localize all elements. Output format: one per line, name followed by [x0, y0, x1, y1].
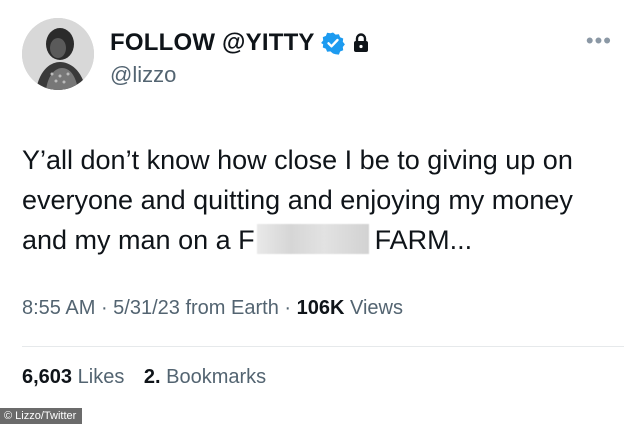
meta-separator: ·	[100, 297, 114, 319]
divider	[22, 346, 624, 347]
views-label: Views	[349, 297, 403, 319]
tweet-time[interactable]: 8:55 AM	[22, 297, 95, 319]
bottom-fade	[0, 384, 634, 424]
tweet-meta: 8:55 AM · 5/31/23 from Earth · 106K View…	[22, 297, 403, 320]
meta-separator: ·	[284, 297, 297, 319]
tweet-source: from Earth	[185, 297, 279, 319]
verified-badge-icon	[320, 31, 345, 55]
tweet-line-2: everyone and quitting and enjoying my mo…	[22, 185, 573, 215]
tweet-line-3-start: and my man on a F	[22, 225, 255, 255]
tweet-date[interactable]: 5/31/23	[113, 297, 180, 319]
tweet-line-3-end: FARM...	[374, 225, 473, 255]
tweet-line-3: and my man on a F FARM...	[22, 220, 622, 260]
lock-icon	[351, 32, 371, 54]
tweet-line-1: Y’all don’t know how close I be to givin…	[22, 145, 573, 175]
author-display-name[interactable]: FOLLOW @YITTY	[110, 29, 315, 57]
censor-blur	[256, 224, 369, 254]
author-handle[interactable]: @lizzo	[110, 62, 176, 88]
photo-credit: © Lizzo/Twitter	[0, 408, 83, 424]
avatar-image	[22, 18, 94, 90]
tweet-text: Y’all don’t know how close I be to givin…	[22, 140, 622, 260]
avatar[interactable]	[22, 18, 94, 90]
author-name-row: FOLLOW @YITTY	[110, 26, 371, 60]
more-icon[interactable]: •••	[586, 28, 612, 54]
views-count: 106K	[296, 297, 345, 319]
